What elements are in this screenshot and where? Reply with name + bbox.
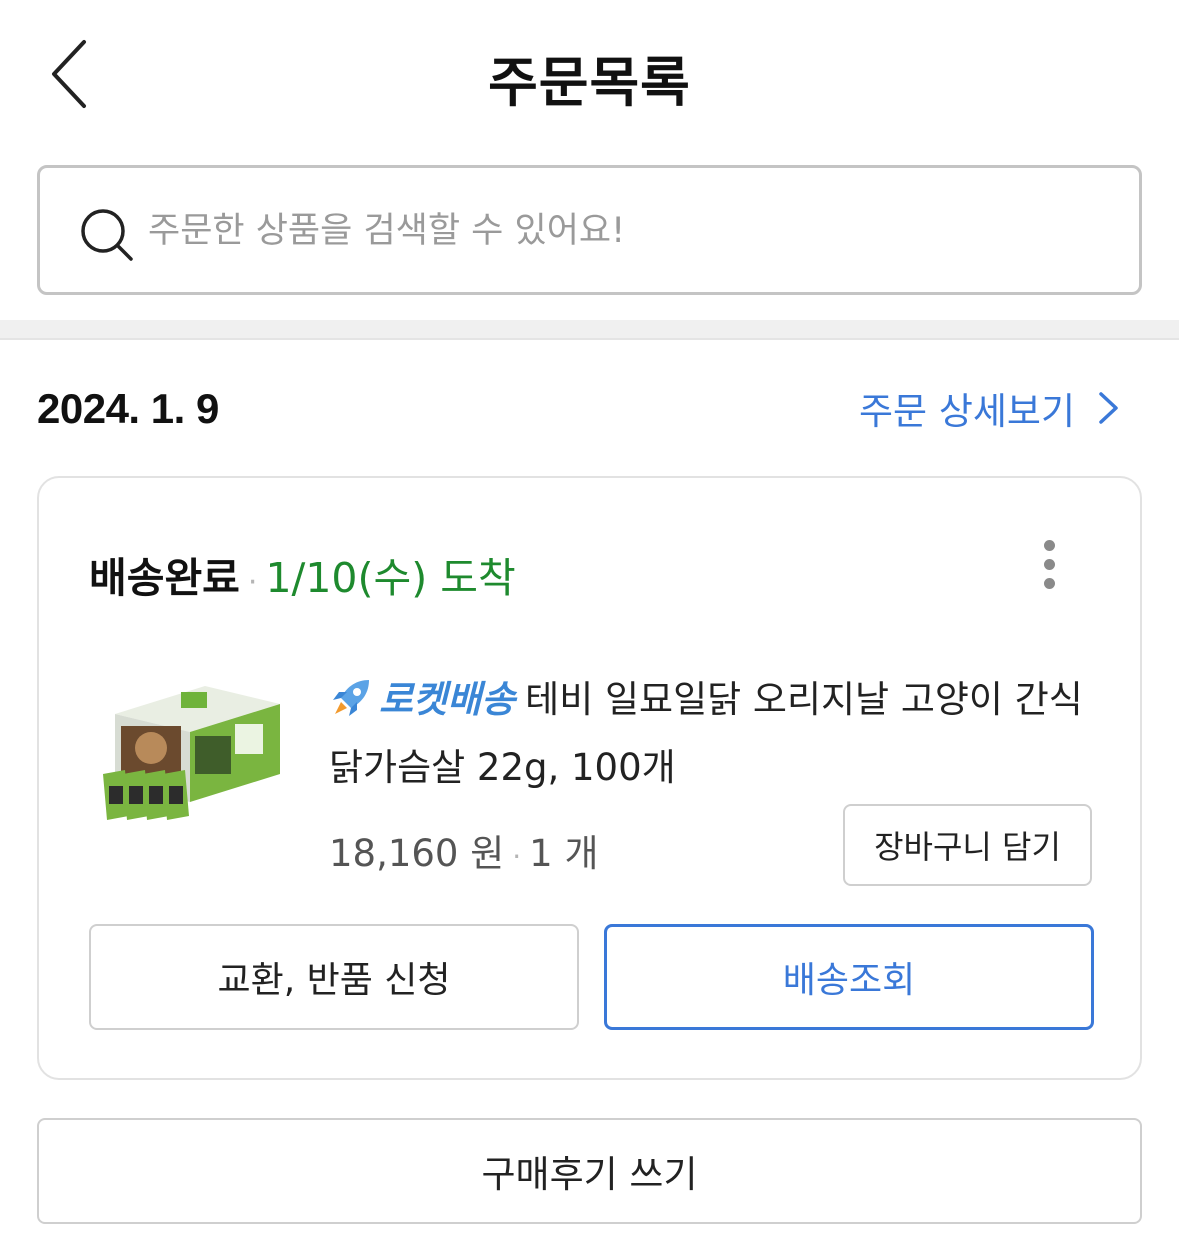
delivery-status-row: 배송완료 · 1/10(수) 도착 bbox=[89, 544, 516, 604]
order-detail-label: 주문 상세보기 bbox=[858, 390, 1075, 433]
chevron-right-icon bbox=[1099, 392, 1118, 424]
header: 주문목록 bbox=[0, 0, 1179, 140]
more-options-button[interactable] bbox=[1029, 540, 1069, 600]
section-divider bbox=[0, 320, 1179, 340]
add-to-cart-button[interactable]: 장바구니 담기 bbox=[843, 804, 1092, 886]
delivery-status: 배송완료 bbox=[89, 554, 240, 602]
search-icon bbox=[78, 206, 136, 264]
order-detail-link[interactable]: 주문 상세보기 bbox=[859, 380, 1121, 436]
page-title: 주문목록 bbox=[488, 51, 691, 114]
product-title[interactable]: 로켓배송 테비 일묘일닭 오리지날 고양이 간식 닭가슴살 22g, 100개 bbox=[329, 666, 1099, 802]
more-vertical-icon bbox=[1043, 540, 1055, 551]
product-quantity: 1 개 bbox=[529, 832, 599, 875]
price-row: 18,160 원 · 1 개 bbox=[329, 823, 599, 877]
rocket-icon bbox=[333, 680, 369, 716]
status-separator: · bbox=[247, 565, 258, 600]
product-image bbox=[103, 686, 280, 820]
write-review-button[interactable]: 구매후기 쓰기 bbox=[37, 1118, 1142, 1224]
product-price: 18,160 원 bbox=[329, 832, 505, 875]
track-delivery-button[interactable]: 배송조회 bbox=[604, 924, 1094, 1030]
search-bar[interactable] bbox=[37, 165, 1142, 295]
price-separator: · bbox=[512, 840, 522, 873]
order-date: 2024. 1. 9 bbox=[37, 385, 219, 432]
rocket-delivery-badge: 로켓배송 bbox=[379, 678, 516, 721]
order-card: 배송완료 · 1/10(수) 도착 로켓배송 테비 일묘일닭 오리지날 고양이 … bbox=[37, 476, 1142, 1080]
search-input[interactable] bbox=[148, 196, 1108, 266]
exchange-return-button[interactable]: 교환, 반품 신청 bbox=[89, 924, 579, 1030]
arrival-date: 1/10(수) 도착 bbox=[265, 554, 516, 602]
